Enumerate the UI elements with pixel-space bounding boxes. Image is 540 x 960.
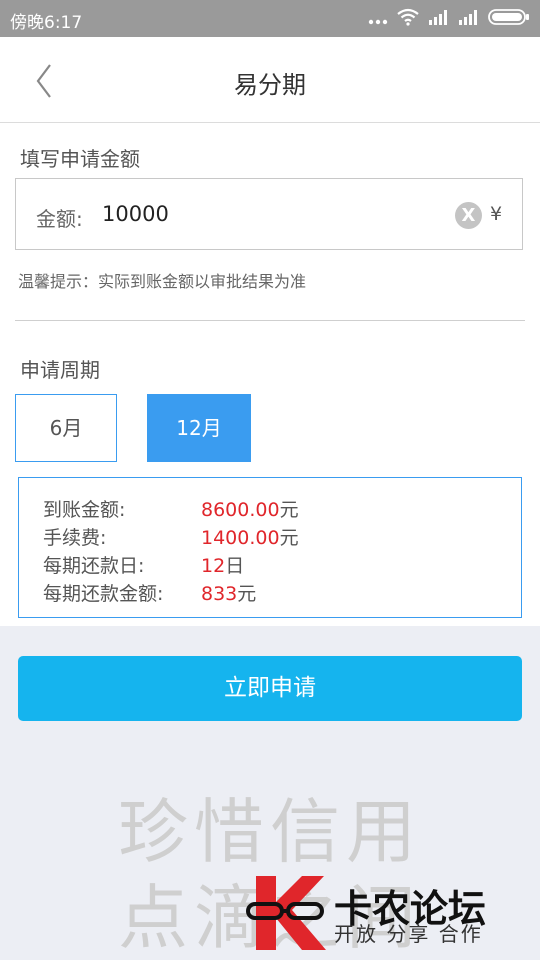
signal-icon bbox=[428, 9, 450, 29]
apply-now-button[interactable]: 立即申请 bbox=[18, 656, 522, 721]
signal-icon bbox=[458, 9, 480, 29]
summary-number: 833 bbox=[201, 583, 238, 605]
summary-unit: 元 bbox=[237, 583, 257, 605]
divider bbox=[15, 320, 525, 321]
summary-label-repay-day: 每期还款日: bbox=[43, 555, 145, 577]
summary-label-received: 到账金额: bbox=[43, 499, 126, 521]
period-section-label: 申请周期 bbox=[20, 358, 100, 382]
summary-value-received: 8600.00元 bbox=[201, 495, 299, 522]
summary-number: 12 bbox=[201, 555, 226, 577]
amount-field-label: 金额: bbox=[36, 207, 83, 231]
summary-label-fee: 手续费: bbox=[43, 527, 107, 549]
clear-icon[interactable]: X bbox=[455, 202, 482, 229]
period-option-6-months[interactable]: 6月 bbox=[15, 394, 117, 462]
summary-value-fee: 1400.00元 bbox=[201, 523, 299, 550]
nav-bar: 易分期 bbox=[0, 37, 540, 123]
summary-label-repay-amount: 每期还款金额: bbox=[43, 583, 164, 605]
summary-unit: 元 bbox=[279, 499, 299, 521]
watermark-tagline: 开放 分享 合作 bbox=[334, 922, 483, 946]
page-title: 易分期 bbox=[234, 71, 306, 99]
amount-section-label: 填写申请金额 bbox=[20, 147, 140, 171]
period-option-12-months[interactable]: 12月 bbox=[147, 394, 251, 462]
wifi-icon bbox=[396, 8, 420, 30]
summary-number: 8600.00 bbox=[201, 499, 280, 521]
currency-sign: ¥ bbox=[490, 203, 503, 225]
summary-unit: 元 bbox=[279, 527, 299, 549]
more-dots-icon bbox=[368, 10, 388, 29]
amount-hint: 温馨提示：实际到账金额以审批结果为准 bbox=[18, 272, 307, 291]
summary-panel: 到账金额: 8600.00元 手续费: 1400.00元 每期还款日: 12日 … bbox=[18, 477, 522, 618]
watermark-logo bbox=[246, 872, 328, 952]
summary-value-repay-amount: 833元 bbox=[201, 579, 256, 606]
summary-number: 1400.00 bbox=[201, 527, 280, 549]
summary-value-repay-day: 12日 bbox=[201, 551, 244, 578]
battery-icon bbox=[488, 9, 530, 29]
summary-unit: 日 bbox=[225, 555, 245, 577]
status-time: 傍晚6:17 bbox=[10, 13, 83, 33]
amount-field[interactable]: 金额: X ¥ bbox=[15, 178, 523, 250]
status-icons bbox=[368, 8, 530, 30]
amount-input[interactable] bbox=[102, 195, 432, 233]
status-bar: 傍晚6:17 bbox=[0, 0, 540, 37]
